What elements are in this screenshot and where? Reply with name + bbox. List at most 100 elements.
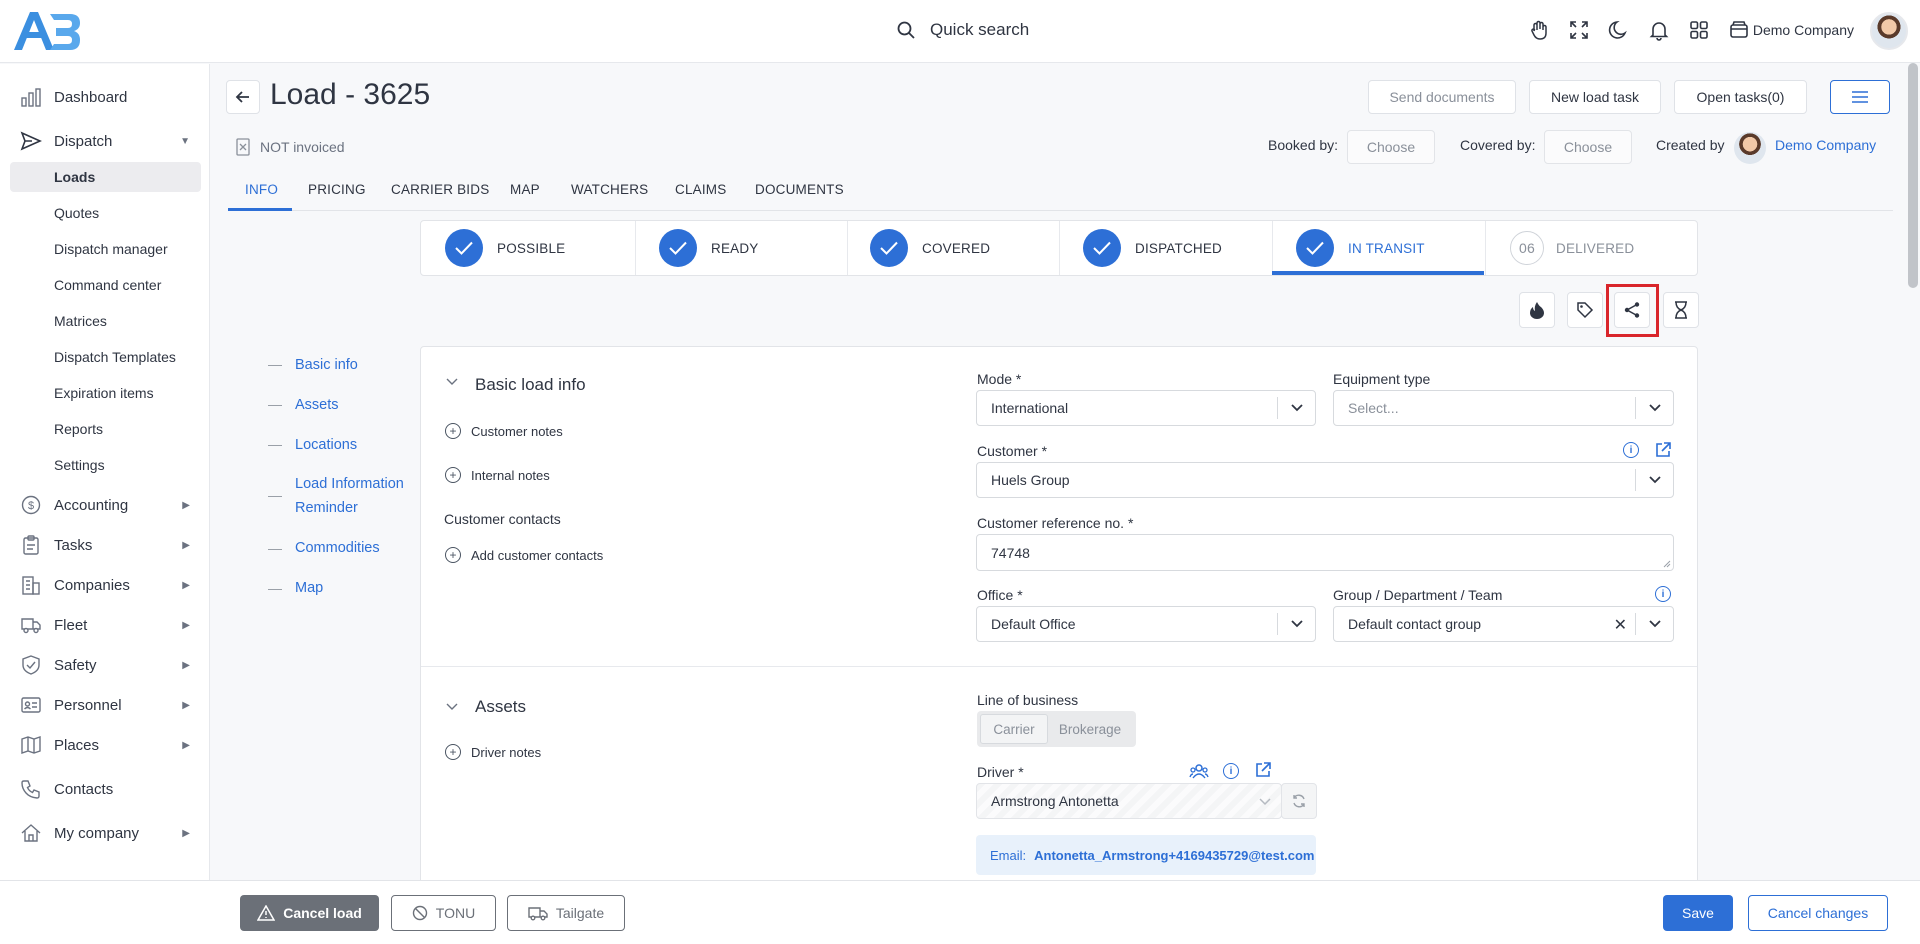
sidebar-item-places[interactable]: Places ▶	[20, 730, 200, 760]
add-customer-notes[interactable]: + Customer notes	[445, 423, 563, 439]
lob-option-brokerage[interactable]: Brokerage	[1048, 714, 1132, 744]
add-driver-notes[interactable]: + Driver notes	[445, 744, 541, 760]
email-link[interactable]: Antonetta_Armstrong+4169435729@test.com	[1034, 848, 1314, 863]
app-logo[interactable]	[12, 8, 82, 54]
hourglass-icon	[1674, 301, 1688, 319]
sidebar-item-tasks[interactable]: Tasks ▶	[20, 530, 200, 560]
equipment-type-select[interactable]: Select...	[1333, 390, 1674, 426]
anchor-load-information[interactable]: Load Information	[295, 472, 415, 496]
tab-info[interactable]: INFO	[245, 182, 278, 197]
sidebar: Dashboard Dispatch ▼ Loads Quotes Dispat…	[0, 64, 210, 880]
resize-handle-icon[interactable]	[1663, 560, 1671, 568]
info-icon[interactable]: i	[1223, 763, 1239, 779]
chevron-down-icon[interactable]	[446, 378, 458, 386]
office-select[interactable]: Default Office	[976, 606, 1316, 642]
sidebar-item-dashboard[interactable]: Dashboard	[20, 82, 200, 112]
fullscreen-icon[interactable]	[1568, 19, 1590, 41]
step-delivered[interactable]: 06 DELIVERED	[1510, 221, 1634, 275]
refresh-driver-button[interactable]	[1281, 783, 1317, 819]
hand-icon[interactable]	[1528, 19, 1550, 41]
user-avatar[interactable]	[1870, 12, 1908, 50]
quick-search[interactable]: Quick search	[896, 20, 1029, 40]
customer-select[interactable]: Huels Group	[976, 462, 1674, 498]
add-internal-notes[interactable]: + Internal notes	[445, 467, 550, 483]
bell-icon[interactable]	[1648, 19, 1670, 41]
sidebar-item-my-company[interactable]: My company ▶	[20, 818, 200, 848]
sidebar-subitem-matrices[interactable]: Matrices	[10, 306, 201, 336]
anchor-dash	[268, 365, 282, 366]
tailgate-button[interactable]: Tailgate	[507, 895, 625, 931]
hot-load-button[interactable]	[1519, 292, 1555, 328]
timer-button[interactable]	[1663, 292, 1699, 328]
sidebar-subitem-label: Settings	[54, 457, 105, 473]
new-load-task-button[interactable]: New load task	[1529, 80, 1661, 114]
sidebar-item-safety[interactable]: Safety ▶	[20, 650, 200, 680]
anchor-map[interactable]: Map	[295, 576, 415, 600]
anchor-reminder[interactable]: Reminder	[295, 496, 415, 520]
apps-grid-icon[interactable]	[1688, 19, 1710, 41]
step-dispatched[interactable]: DISPATCHED	[1083, 221, 1222, 275]
sidebar-subitem-settings[interactable]: Settings	[10, 450, 201, 480]
step-covered[interactable]: COVERED	[870, 221, 990, 275]
mode-select[interactable]: International	[976, 390, 1316, 426]
covered-by-select[interactable]: Choose	[1544, 130, 1632, 164]
team-icon[interactable]	[1189, 762, 1209, 780]
cancel-load-button[interactable]: Cancel load	[240, 895, 379, 931]
tag-button[interactable]	[1567, 292, 1603, 328]
quick-search-label: Quick search	[930, 20, 1030, 39]
sidebar-item-companies[interactable]: Companies ▶	[20, 570, 200, 600]
sidebar-item-personnel[interactable]: Personnel ▶	[20, 690, 200, 720]
cancel-changes-button[interactable]: Cancel changes	[1748, 895, 1888, 931]
sidebar-subitem-dispatch-templates[interactable]: Dispatch Templates	[10, 342, 201, 372]
save-button[interactable]: Save	[1663, 895, 1733, 931]
sidebar-item-fleet[interactable]: Fleet ▶	[20, 610, 200, 640]
tab-carrier-bids[interactable]: CARRIER BIDS	[391, 182, 489, 197]
moon-icon[interactable]	[1608, 19, 1630, 41]
sidebar-item-contacts[interactable]: Contacts	[20, 774, 200, 804]
external-link-icon[interactable]	[1254, 761, 1272, 779]
customer-reference-input[interactable]: 74748	[976, 534, 1674, 571]
send-documents-button[interactable]: Send documents	[1368, 80, 1516, 114]
open-tasks-button[interactable]: Open tasks(0)	[1674, 80, 1807, 114]
tab-documents[interactable]: DOCUMENTS	[755, 182, 844, 197]
wallet-icon[interactable]	[1728, 19, 1750, 41]
step-possible[interactable]: POSSIBLE	[445, 221, 565, 275]
sidebar-subitem-dispatch-manager[interactable]: Dispatch manager	[10, 234, 201, 264]
company-name[interactable]: Demo Company	[1753, 22, 1854, 38]
step-ready[interactable]: READY	[659, 221, 759, 275]
anchor-locations[interactable]: Locations	[295, 433, 415, 457]
sidebar-item-accounting[interactable]: $ Accounting ▶	[20, 490, 200, 520]
clear-icon[interactable]: ✕	[1614, 615, 1627, 635]
add-customer-contacts[interactable]: + Add customer contacts	[445, 547, 603, 563]
sidebar-subitem-loads[interactable]: Loads	[10, 162, 201, 192]
group-select[interactable]: Default contact group ✕	[1333, 606, 1674, 642]
anchor-commodities[interactable]: Commodities	[295, 536, 415, 560]
info-icon[interactable]: i	[1655, 586, 1671, 602]
lob-option-carrier[interactable]: Carrier	[980, 714, 1048, 744]
chevron-down-icon[interactable]	[446, 703, 458, 711]
customer-reference-label: Customer reference no. *	[977, 515, 1134, 531]
tab-claims[interactable]: CLAIMS	[675, 182, 726, 197]
tonu-button[interactable]: TONU	[391, 895, 496, 931]
back-button[interactable]	[226, 80, 260, 114]
sidebar-subitem-command-center[interactable]: Command center	[10, 270, 201, 300]
tab-map[interactable]: MAP	[510, 182, 540, 197]
tab-watchers[interactable]: WATCHERS	[571, 182, 648, 197]
sidebar-subitem-reports[interactable]: Reports	[10, 414, 201, 444]
sidebar-item-dispatch[interactable]: Dispatch ▼	[20, 126, 200, 156]
tab-pricing[interactable]: PRICING	[308, 182, 366, 197]
info-icon[interactable]: i	[1623, 442, 1639, 458]
step-label: DELIVERED	[1556, 240, 1635, 256]
step-label: COVERED	[922, 240, 991, 256]
external-link-icon[interactable]	[1654, 441, 1672, 459]
driver-select[interactable]: Armstrong Antonetta	[976, 783, 1282, 819]
step-in-transit[interactable]: IN TRANSIT	[1296, 221, 1425, 275]
anchor-basic-info[interactable]: Basic info	[295, 353, 415, 377]
sidebar-subitem-quotes[interactable]: Quotes	[10, 198, 201, 228]
created-by-link[interactable]: Demo Company	[1775, 137, 1876, 153]
anchor-assets[interactable]: Assets	[295, 393, 415, 417]
sidebar-subitem-expiration-items[interactable]: Expiration items	[10, 378, 201, 408]
page-scrollbar[interactable]	[1908, 63, 1918, 288]
booked-by-select[interactable]: Choose	[1347, 130, 1435, 164]
more-menu-button[interactable]	[1830, 80, 1890, 114]
